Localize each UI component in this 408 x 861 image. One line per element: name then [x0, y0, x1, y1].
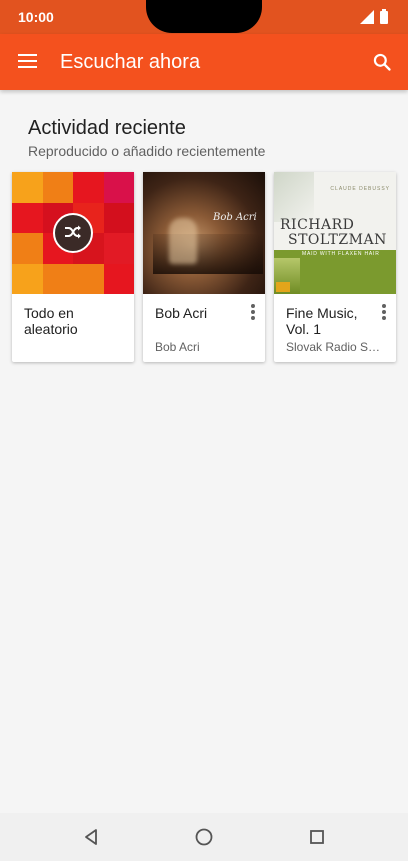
more-options-icon[interactable] — [380, 304, 388, 320]
cover-name-line2: STOLTZMAN — [288, 232, 387, 248]
section-subtitle: Reproducido o añadido recientemente — [28, 143, 266, 159]
cover-script-text: Bob Acri — [213, 212, 257, 223]
home-icon[interactable] — [195, 828, 213, 846]
cover-subtitle: MAID WITH FLAXEN HAIR — [302, 251, 380, 257]
card-subtitle: Bob Acri — [155, 340, 200, 354]
app-bar: Escuchar ahora — [0, 34, 408, 90]
recent-apps-icon[interactable] — [310, 830, 324, 844]
album-card-bob-acri[interactable]: Bob Acri Bob Acri Bob Acri — [143, 172, 265, 362]
cover-composer: CLAUDE DEBUSSY — [330, 186, 390, 192]
shuffle-cover — [12, 172, 134, 294]
search-icon[interactable] — [372, 52, 392, 72]
album-cover-bob-acri: Bob Acri — [143, 172, 265, 294]
shuffle-play-button[interactable] — [53, 213, 93, 253]
back-icon[interactable] — [83, 828, 99, 846]
status-time: 10:00 — [18, 9, 54, 25]
status-bar: 10:00 — [0, 0, 408, 34]
display-notch — [146, 0, 262, 33]
shuffle-all-card[interactable]: Todo en aleatorio — [12, 172, 134, 362]
card-title: Bob Acri — [155, 305, 208, 321]
system-navigation-bar — [0, 813, 408, 861]
signal-icon — [360, 10, 374, 24]
card-title: Fine Music, Vol. 1 — [286, 305, 358, 337]
section-title: Actividad reciente — [28, 117, 186, 139]
more-options-icon[interactable] — [249, 304, 257, 320]
cover-name-line1: RICHARD — [280, 217, 355, 233]
battery-icon — [380, 9, 388, 24]
card-subtitle: Slovak Radio Symphony Orchestra — [286, 340, 382, 354]
shuffle-icon — [65, 225, 81, 239]
system-icons — [360, 9, 388, 24]
album-card-fine-music[interactable]: CLAUDE DEBUSSY RICHARD STOLTZMAN MAID WI… — [274, 172, 396, 362]
card-title: Todo en aleatorio — [24, 305, 78, 337]
album-cover-fine-music: CLAUDE DEBUSSY RICHARD STOLTZMAN MAID WI… — [274, 172, 396, 294]
hamburger-menu-icon[interactable] — [18, 54, 38, 68]
app-bar-title: Escuchar ahora — [60, 51, 201, 73]
